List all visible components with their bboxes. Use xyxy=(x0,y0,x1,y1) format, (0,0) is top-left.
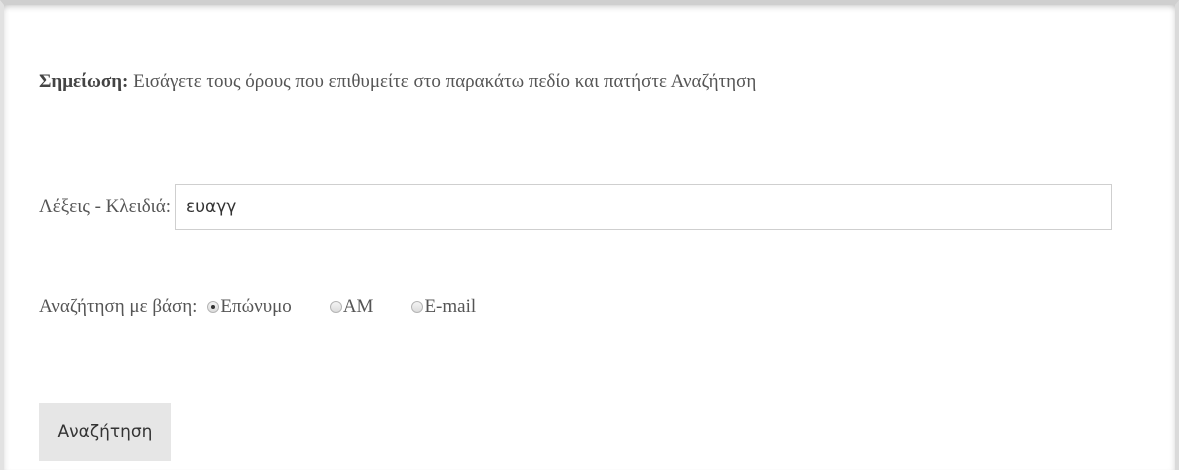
instruction-note: Σημείωση: Εισάγετε τους όρους που επιθυμ… xyxy=(39,71,756,93)
keywords-input[interactable] xyxy=(175,184,1112,230)
keywords-label: Λέξεις - Κλειδιά: xyxy=(39,196,171,217)
search-form-panel: Σημείωση: Εισάγετε τους όρους που επιθυμ… xyxy=(0,0,1179,470)
radio-email-label: E-mail xyxy=(424,296,477,317)
radio-surname-label: Επώνυμο xyxy=(220,296,292,317)
note-label: Σημείωση: xyxy=(39,71,129,92)
search-by-row: Αναζήτηση με βάση: Επώνυμο ΑΜ E-mail xyxy=(39,292,514,322)
radio-am[interactable] xyxy=(329,301,342,313)
radio-option-am[interactable]: ΑΜ xyxy=(329,296,374,318)
radio-email[interactable] xyxy=(411,301,424,313)
search-by-label: Αναζήτηση με βάση: xyxy=(39,296,198,317)
note-text: Εισάγετε τους όρους που επιθυμείτε στο π… xyxy=(128,71,757,92)
radio-option-email[interactable]: E-mail xyxy=(411,296,476,318)
search-button[interactable]: Αναζήτηση xyxy=(39,403,171,461)
keywords-row: Λέξεις - Κλειδιά: xyxy=(39,182,1112,232)
radio-surname[interactable] xyxy=(207,301,220,313)
radio-option-surname[interactable]: Επώνυμο xyxy=(207,296,292,318)
radio-am-label: ΑΜ xyxy=(342,296,374,317)
